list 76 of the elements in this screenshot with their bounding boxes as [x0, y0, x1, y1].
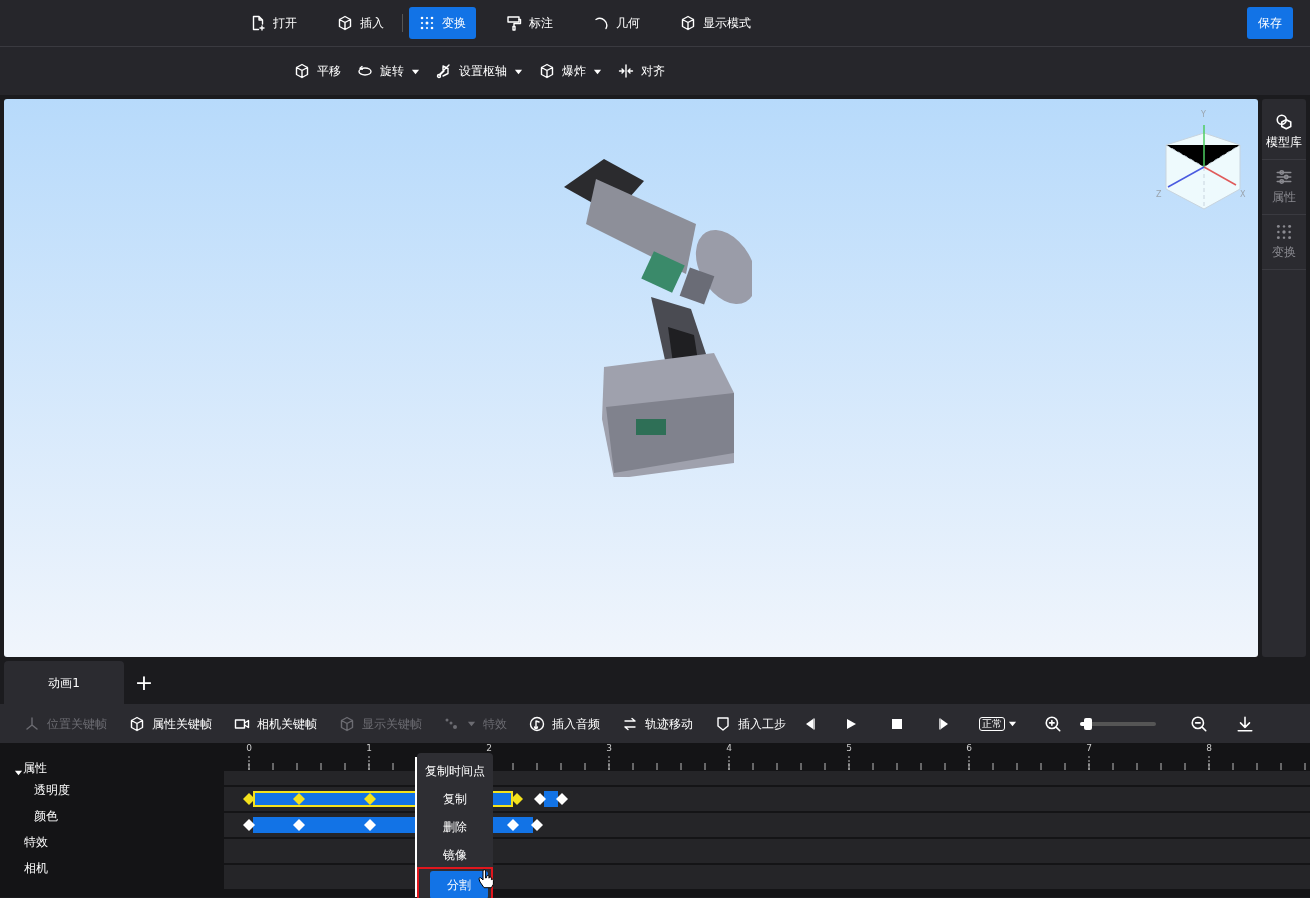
- cube-plus-icon: [337, 15, 353, 31]
- tool-button[interactable]: 对齐: [616, 55, 667, 87]
- hand-cursor-icon: [478, 869, 494, 889]
- shield-icon: [715, 715, 731, 732]
- toolbar-tab[interactable]: 打开: [240, 7, 307, 39]
- zoom-slider[interactable]: [1080, 717, 1156, 730]
- rotate-icon: [357, 63, 373, 79]
- file-plus-icon: [250, 15, 266, 31]
- track-label[interactable]: 相机: [24, 859, 48, 877]
- track-label[interactable]: 特效: [24, 833, 48, 851]
- toolbar-tab[interactable]: 变换: [409, 7, 476, 39]
- keyframe-marker[interactable]: [506, 819, 519, 831]
- keyframe-marker[interactable]: [555, 793, 568, 805]
- timeline-tool-button[interactable]: 轨迹移动: [614, 708, 701, 739]
- download-icon: [1236, 714, 1254, 733]
- toolbar-tab[interactable]: 标注: [496, 7, 563, 39]
- transform-points-icon: [419, 15, 435, 31]
- toolbar-tab[interactable]: 几何: [583, 7, 650, 39]
- menu-item[interactable]: 镜像: [417, 841, 493, 869]
- align-icon: [618, 63, 634, 79]
- sliders-icon: [1275, 168, 1293, 186]
- tool-button[interactable]: 爆炸: [537, 55, 604, 87]
- cube-half-icon: [339, 715, 355, 732]
- side-panel-tab[interactable]: 变换: [1262, 215, 1306, 270]
- keyframe-marker[interactable]: [363, 819, 376, 831]
- menu-item[interactable]: 删除: [417, 813, 493, 841]
- toolbar-tab[interactable]: 插入: [327, 7, 394, 39]
- speed-label: 正常: [979, 716, 1005, 731]
- tool-button[interactable]: 设置枢轴: [434, 55, 525, 87]
- pivot-icon: [436, 63, 452, 79]
- animation-tab[interactable]: 动画1: [4, 661, 124, 704]
- axis-label: X: [1240, 191, 1246, 199]
- slider-thumb[interactable]: [1083, 717, 1092, 730]
- toolbar-tab[interactable]: 显示模式: [670, 7, 761, 39]
- keyframe-marker[interactable]: [292, 793, 305, 805]
- axes-icon: [24, 715, 40, 732]
- keyframe-clip[interactable]: [544, 791, 558, 807]
- axis-label: Y: [1201, 111, 1206, 119]
- save-button[interactable]: 保存: [1247, 7, 1293, 39]
- cube-arrow-icon: [294, 63, 310, 79]
- keyframe-marker[interactable]: [242, 819, 255, 831]
- keyframe-marker[interactable]: [511, 793, 524, 805]
- add-tab-button[interactable]: +: [124, 661, 164, 704]
- cube-icon: [680, 15, 696, 31]
- cube-icon: [539, 63, 555, 79]
- timeline-tool-button[interactable]: 相机关键帧: [226, 708, 325, 739]
- music-plus-icon: [529, 715, 545, 732]
- keyframe-marker[interactable]: [292, 819, 305, 831]
- keyframe-marker[interactable]: [242, 793, 255, 805]
- menu-item[interactable]: 复制: [417, 785, 493, 813]
- caret-icon: [1008, 719, 1017, 728]
- tool-button[interactable]: 平移: [292, 55, 343, 87]
- timeline-tool-button[interactable]: 插入音频: [521, 708, 608, 739]
- axis-label: Z: [1156, 191, 1162, 199]
- zoom-out-icon: [1190, 714, 1208, 733]
- transform-points-icon: [1275, 223, 1293, 241]
- keyframe-marker[interactable]: [363, 793, 376, 805]
- swap-arrows-icon: [622, 715, 638, 732]
- menu-item[interactable]: 复制时间点: [417, 757, 493, 785]
- zoom-in-icon: [1044, 714, 1062, 733]
- track-label[interactable]: 透明度: [34, 781, 70, 799]
- track-label[interactable]: 属性: [23, 759, 47, 777]
- keyframe-marker[interactable]: [530, 819, 543, 831]
- cube-icon: [129, 715, 145, 732]
- speed-button[interactable]: 正常: [966, 708, 1030, 739]
- menu-item[interactable]: 分割: [430, 871, 488, 898]
- tool-button[interactable]: 旋转: [355, 55, 422, 87]
- side-panel-tab[interactable]: 模型库: [1262, 105, 1306, 160]
- arc-icon: [593, 15, 609, 31]
- paint-roller-icon: [506, 15, 522, 31]
- timeline-tool-button[interactable]: 属性关键帧: [121, 708, 220, 739]
- side-panel-tab[interactable]: 属性: [1262, 160, 1306, 215]
- timeline-tool-button[interactable]: 插入工步: [707, 708, 794, 739]
- track-label[interactable]: 颜色: [34, 807, 58, 825]
- shapes-icon: [1275, 113, 1293, 131]
- keyframe-marker[interactable]: [534, 793, 546, 805]
